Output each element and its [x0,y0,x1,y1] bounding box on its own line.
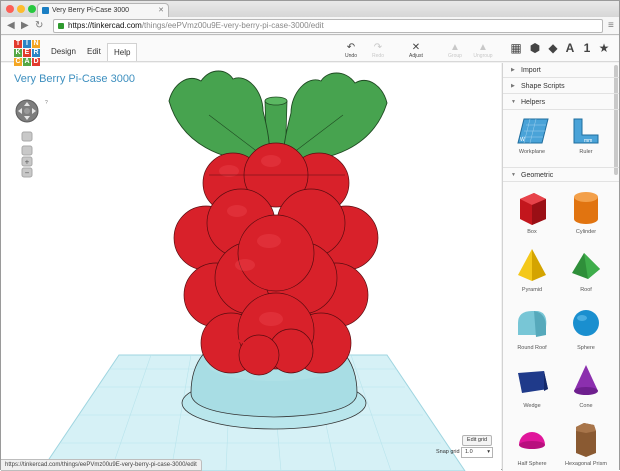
logo-letter: E [23,49,31,57]
chevron-right-icon: ▶ [511,67,515,73]
url-host: https://tinkercad.com [68,21,142,30]
nav-help[interactable]: Help [107,43,138,61]
close-window-icon[interactable] [6,5,14,13]
minimize-window-icon[interactable] [17,5,25,13]
chevron-right-icon: ▶ [511,83,515,89]
shape-view-icon[interactable]: ◆ [546,41,560,55]
svg-text:+: + [25,158,30,167]
browser-toolbar: ◀ ▶ ↻ https://tinkercad.com/things/eePVm… [1,17,619,35]
redo-icon: ↷ [373,42,383,53]
ungroup-icon: ▲ [478,42,488,53]
maximize-window-icon[interactable] [28,5,36,13]
snap-grid-label: Snap grid [436,449,460,455]
helper-ruler[interactable]: mm Ruler [563,115,609,155]
shape-wedge[interactable]: Wedge [509,361,555,409]
close-tab-icon[interactable]: ✕ [158,6,164,14]
number-view-icon[interactable]: 1 [580,41,594,55]
browser-tab[interactable]: Very Berry Pi-Case 3000 ✕ [37,3,169,18]
logo-letter: C [14,58,22,66]
section-geometric[interactable]: ▼ Geometric [503,167,619,182]
design-title[interactable]: Very Berry Pi-Case 3000 [14,73,135,85]
browser-window: Very Berry Pi-Case 3000 ✕ ◀ ▶ ↻ https://… [0,0,620,471]
right-leaf [282,72,388,162]
view-controls: ? + − [13,99,53,214]
shapes-panel: ▶ Import ▶ Shape Scripts ▼ Helpers W Workpl… [502,63,619,471]
back-arrow-icon[interactable]: ◀ [7,19,15,33]
section-helpers[interactable]: ▼ Helpers [503,95,619,110]
logo-letter: K [14,49,22,57]
raspberry-body [173,142,379,376]
nav-edit[interactable]: Edit [81,43,107,61]
svg-text:W: W [520,137,525,143]
favorites-star-icon[interactable]: ★ [597,41,611,55]
3d-scene[interactable] [1,63,501,471]
chevron-down-icon: ▼ [511,172,516,178]
group-button[interactable]: ▲ Group [440,42,470,59]
logo-letter: A [23,58,31,66]
text-view-icon[interactable]: A [563,41,577,55]
shape-hexagonal-prism[interactable]: Hexagonal Prism [563,419,609,467]
shape-cone[interactable]: Cone [563,361,609,409]
nav-design[interactable]: Design [45,43,82,61]
redo-button[interactable]: ↷ Redo [363,42,393,59]
svg-text:−: − [25,169,30,178]
shape-round-roof[interactable]: Round Roof [509,303,555,351]
design-canvas[interactable]: Very Berry Pi-Case 3000 ? + − Edit grid … [1,63,501,471]
svg-text:mm: mm [584,138,592,144]
home-view-icon [21,131,33,142]
section-shape-scripts[interactable]: ▶ Shape Scripts [503,79,619,94]
logo-letter: R [32,49,40,57]
edit-grid-button[interactable]: Edit grid [462,435,492,446]
undo-icon: ↶ [346,42,356,53]
shape-half-sphere[interactable]: Half Sphere [509,419,555,467]
section-import[interactable]: ▶ Import [503,63,619,78]
address-bar[interactable]: https://tinkercad.com/things/eePVmz00u9E… [53,19,603,33]
browser-titlebar: Very Berry Pi-Case 3000 ✕ [1,1,619,18]
logo-letter: I [23,40,31,48]
help-question-icon: ? [45,100,48,106]
shape-roof[interactable]: Roof [563,245,609,293]
adjust-icon: ✕ [411,42,421,53]
box-view-icon[interactable]: ⬢ [528,41,542,55]
adjust-button[interactable]: ✕ Adjust [401,42,431,59]
undo-button[interactable]: ↶ Undo [336,42,366,59]
shape-sphere[interactable]: Sphere [563,303,609,351]
status-bar-url: https://tinkercad.com/things/eePVmz00u9E… [1,459,202,471]
group-icon: ▲ [450,42,460,53]
shape-cylinder[interactable]: Cylinder [563,187,609,235]
app-header: TINKERCAD Design Edit Help ↶ Undo ↷ Redo ✕… [1,36,619,66]
helper-workplane[interactable]: W Workplane [509,115,555,155]
chevron-down-icon: ▾ [487,449,490,455]
url-path: /things/eePVmz00u9E-very-berry-pi-case-3… [141,21,324,30]
reload-icon[interactable]: ↻ [35,19,43,33]
tinkercad-logo[interactable]: TIN KER CAD [14,40,40,66]
left-leaf [168,70,270,162]
tab-title: Very Berry Pi-Case 3000 [52,7,130,14]
fit-view-icon [21,145,33,156]
logo-letter: T [14,40,22,48]
logo-letter: N [32,40,40,48]
shape-pyramid[interactable]: Pyramid [509,245,555,293]
logo-letter: D [32,58,40,66]
ungroup-button[interactable]: ▲ Ungroup [468,42,498,59]
forward-arrow-icon[interactable]: ▶ [21,19,29,33]
secure-lock-icon [58,23,64,29]
chevron-down-icon: ▼ [511,99,516,105]
shape-box[interactable]: Box [509,187,555,235]
snap-grid-select[interactable]: 1.0 ▾ [461,447,493,458]
workplane-view-icon[interactable]: ▦ [509,41,523,55]
browser-menu-icon[interactable]: ≡ [608,19,614,33]
tinkercad-favicon-icon [42,7,49,14]
